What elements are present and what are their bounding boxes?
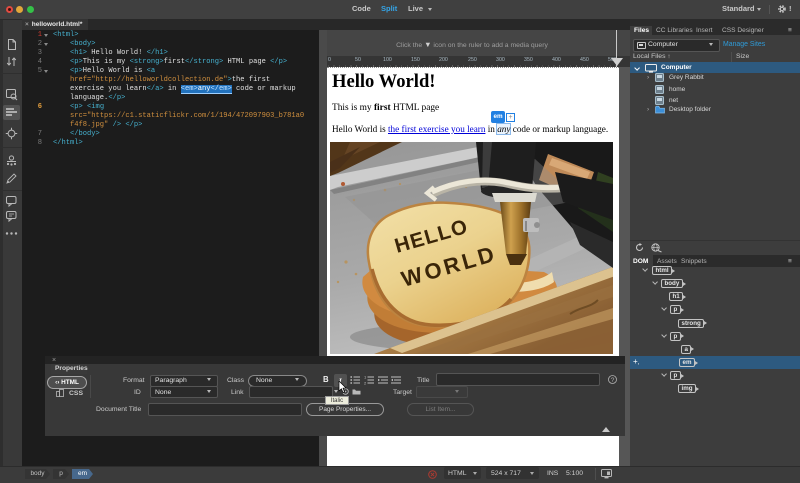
svg-text:?: ? bbox=[611, 377, 615, 384]
svg-text:2: 2 bbox=[364, 381, 367, 386]
svg-text:1: 1 bbox=[364, 375, 367, 380]
